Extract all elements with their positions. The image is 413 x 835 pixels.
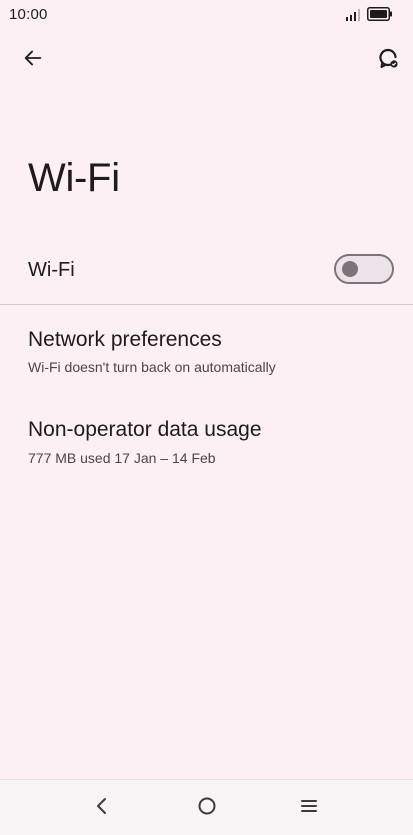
- battery-icon: [367, 7, 393, 26]
- nav-menu-button[interactable]: [295, 794, 323, 822]
- status-time: 10:00: [9, 6, 48, 23]
- home-circle-icon: [196, 795, 218, 822]
- divider: [0, 304, 413, 305]
- network-preferences-title: Network preferences: [28, 328, 222, 351]
- nav-home-button[interactable]: [193, 794, 221, 822]
- wifi-toggle-switch[interactable]: [334, 254, 394, 284]
- signal-icon: [345, 8, 361, 26]
- menu-lines-icon: [299, 796, 319, 821]
- page-title: Wi-Fi: [28, 156, 120, 200]
- data-usage-title: Non-operator data usage: [28, 418, 262, 441]
- toggle-knob: [342, 261, 358, 277]
- back-chevron-icon: [92, 796, 112, 821]
- nav-back-button[interactable]: [88, 794, 116, 822]
- status-icons: [345, 7, 393, 26]
- top-app-bar: [0, 40, 413, 80]
- status-bar: 10:00: [0, 0, 413, 28]
- data-usage-item[interactable]: Non-operator data usage 777 MB used 17 J…: [0, 408, 413, 472]
- network-preferences-item[interactable]: Network preferences Wi-Fi doesn't turn b…: [0, 318, 413, 382]
- help-refresh-icon: [376, 46, 400, 75]
- network-preferences-subtitle: Wi-Fi doesn't turn back on automatically: [28, 359, 276, 375]
- data-usage-subtitle: 777 MB used 17 Jan – 14 Feb: [28, 450, 216, 466]
- back-button[interactable]: [20, 47, 46, 73]
- navigation-bar: [0, 779, 413, 835]
- help-button[interactable]: [375, 47, 401, 73]
- arrow-left-icon: [22, 47, 44, 74]
- wifi-toggle-label: Wi-Fi: [28, 259, 75, 281]
- wifi-toggle-row[interactable]: Wi-Fi: [0, 240, 413, 304]
